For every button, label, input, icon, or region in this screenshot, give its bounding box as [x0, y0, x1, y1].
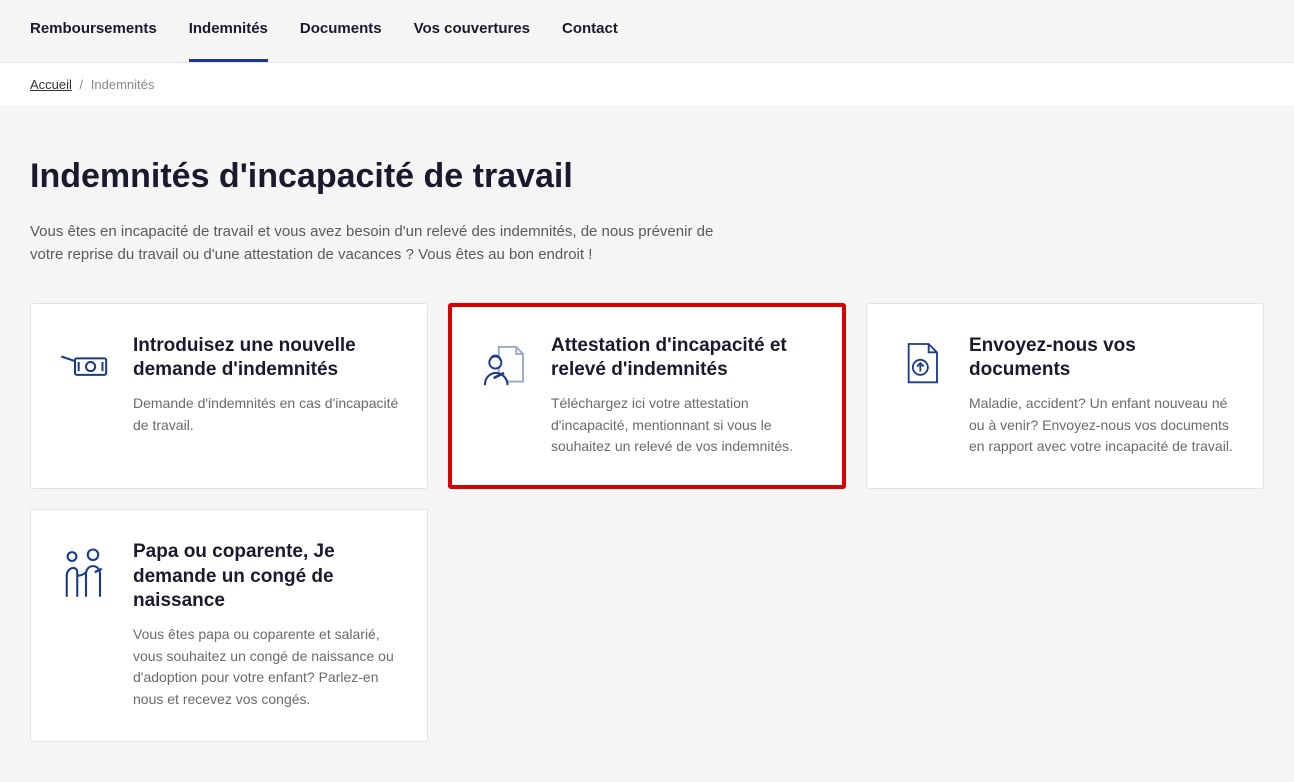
page-intro: Vous êtes en incapacité de travail et vo…: [30, 220, 750, 267]
card-envoyez-documents[interactable]: Envoyez-nous vos documents Maladie, acci…: [866, 303, 1264, 489]
nav-vos-couvertures[interactable]: Vos couvertures: [414, 20, 530, 62]
nav-documents[interactable]: Documents: [300, 20, 382, 62]
nav-indemnites[interactable]: Indemnités: [189, 20, 268, 62]
main-nav: Remboursements Indemnités Documents Vos …: [0, 0, 1294, 63]
nav-remboursements[interactable]: Remboursements: [30, 20, 157, 62]
upload-doc-icon: [893, 334, 951, 392]
card-title: Envoyez-nous vos documents: [969, 334, 1237, 383]
person-doc-icon: [475, 334, 533, 392]
card-desc: Vous êtes papa ou coparente et salarié, …: [133, 624, 401, 711]
breadcrumb-current: Indemnités: [91, 77, 155, 92]
card-attestation[interactable]: Attestation d'incapacité et relevé d'ind…: [448, 303, 846, 489]
card-desc: Maladie, accident? Un enfant nouveau né …: [969, 393, 1237, 458]
page-title: Indemnités d'incapacité de travail: [30, 157, 1264, 196]
card-nouvelle-demande[interactable]: Introduisez une nouvelle demande d'indem…: [30, 303, 428, 489]
card-title: Papa ou coparente, Je demande un congé d…: [133, 540, 401, 614]
nav-contact[interactable]: Contact: [562, 20, 618, 62]
breadcrumb: Accueil / Indemnités: [0, 63, 1294, 107]
card-desc: Demande d'indemnités en cas d'incapacité…: [133, 393, 401, 436]
parent-child-icon: [57, 540, 115, 598]
breadcrumb-sep: /: [80, 77, 84, 92]
card-desc: Téléchargez ici votre attestation d'inca…: [551, 393, 819, 458]
card-title: Attestation d'incapacité et relevé d'ind…: [551, 334, 819, 383]
breadcrumb-home-link[interactable]: Accueil: [30, 77, 72, 92]
cards-grid: Introduisez une nouvelle demande d'indem…: [30, 303, 1264, 742]
money-hand-icon: [57, 334, 115, 392]
page-content: Indemnités d'incapacité de travail Vous …: [0, 107, 1294, 782]
card-conge-naissance[interactable]: Papa ou coparente, Je demande un congé d…: [30, 509, 428, 742]
card-title: Introduisez une nouvelle demande d'indem…: [133, 334, 401, 383]
